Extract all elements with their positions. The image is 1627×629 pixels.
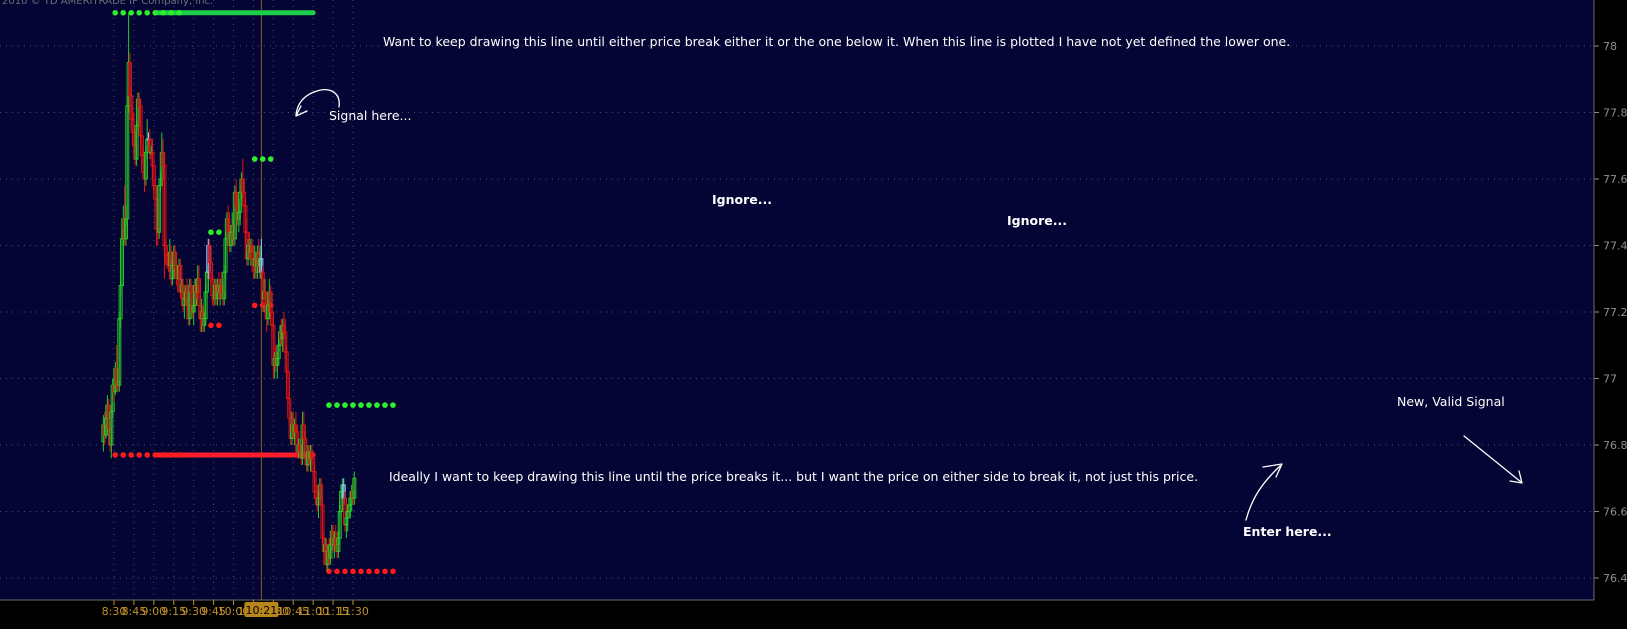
signal-dot — [326, 568, 332, 575]
signal-dot — [251, 156, 258, 162]
signal-dot — [342, 568, 348, 575]
signal-dot — [176, 9, 182, 16]
price-tick-label: 76.6 — [1603, 506, 1627, 519]
signal-dot — [267, 156, 274, 162]
signal-dot — [112, 9, 118, 16]
annotation-new-valid-signal: New, Valid Signal — [1397, 394, 1505, 409]
annotation-ignore-1: Ignore... — [712, 192, 772, 207]
price-tick-label: 77 — [1603, 373, 1617, 386]
signal-dot — [160, 9, 166, 16]
signal-dot — [259, 156, 266, 162]
annotation-enter-here: Enter here... — [1243, 524, 1332, 539]
signal-dot — [216, 322, 222, 329]
signal-dot — [358, 402, 364, 408]
annotation-ignore-2: Ignore... — [1007, 213, 1067, 228]
plot-background — [0, 0, 1594, 600]
annotation-signal-here: Signal here... — [329, 108, 411, 123]
annotation-bottom-line: Ideally I want to keep drawing this line… — [389, 469, 1198, 484]
price-tick-label: 77.8 — [1603, 107, 1627, 120]
signal-dot — [176, 452, 182, 458]
signal-dot — [382, 568, 388, 575]
signal-dot — [120, 452, 126, 458]
signal-dot — [208, 229, 214, 235]
price-tick-label: 78 — [1603, 40, 1617, 53]
signal-dot — [374, 568, 380, 575]
signal-dot — [120, 9, 126, 16]
signal-dot — [342, 402, 348, 408]
signal-dot — [136, 9, 142, 16]
signal-dot — [374, 402, 380, 408]
signal-dot — [168, 9, 174, 16]
signal-dot — [358, 568, 364, 575]
time-tick-label: 11:30 — [337, 605, 369, 618]
signal-dot — [390, 402, 396, 408]
price-tick-label: 76.4 — [1603, 572, 1627, 585]
signal-dot — [216, 229, 222, 235]
chart-canvas: 7877.877.677.477.27776.876.676.48:308:45… — [0, 0, 1627, 625]
signal-dot — [334, 568, 340, 575]
copyright-text: 2010 © TD AMERITRADE IP Company, Inc. — [2, 0, 213, 7]
signal-dot — [152, 9, 158, 16]
signal-dot — [112, 452, 118, 458]
signal-dot — [128, 9, 134, 16]
signal-dot — [350, 402, 356, 408]
signal-dot — [326, 402, 332, 408]
signal-dot — [144, 9, 150, 16]
signal-dot — [251, 302, 258, 309]
signal-dot — [128, 452, 134, 458]
signal-dot — [152, 452, 158, 458]
signal-dot — [208, 322, 214, 329]
signal-dot — [334, 402, 340, 408]
signal-dot — [136, 452, 142, 458]
price-tick-label: 77.4 — [1603, 240, 1627, 253]
signal-dot — [382, 402, 388, 408]
signal-dot — [168, 452, 174, 458]
signal-dot — [350, 568, 356, 575]
candlestick-chart: 78 77.8 77.6 77.4 77.2 77 76.8 76.6 76.4 8:30 8:45… — [0, 0, 1627, 625]
annotation-top-line: Want to keep drawing this line until eit… — [383, 34, 1290, 49]
signal-dot — [144, 452, 150, 458]
signal-dot — [366, 568, 372, 575]
price-tick-label: 76.8 — [1603, 439, 1627, 452]
price-tick-label: 77.2 — [1603, 306, 1627, 319]
signal-dot — [160, 452, 166, 458]
price-tick-label: 77.6 — [1603, 173, 1627, 186]
signal-dot — [366, 402, 372, 408]
signal-dot — [390, 568, 396, 575]
cursor-time-label: 10:21 — [246, 604, 278, 617]
